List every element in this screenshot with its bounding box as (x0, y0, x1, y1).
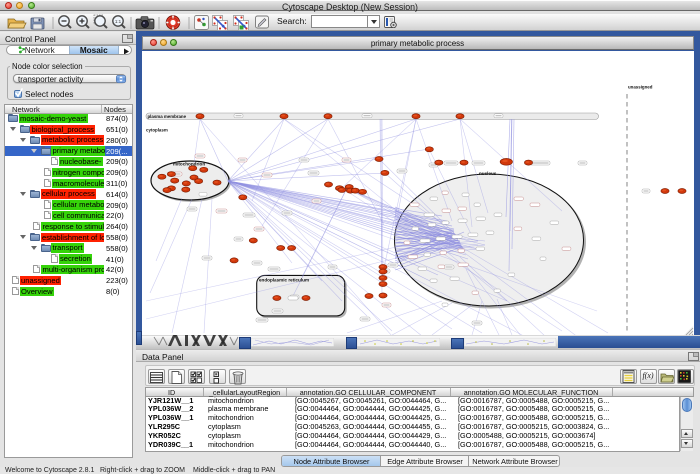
svg-text:mitochondrion: mitochondrion (173, 161, 205, 166)
svg-text:unassigned: unassigned (628, 84, 653, 89)
svg-text:1:1: 1:1 (115, 19, 122, 24)
svg-text:nucleus: nucleus (479, 171, 497, 176)
svg-text:endoplasmic reticulum: endoplasmic reticulum (259, 277, 309, 282)
svg-text:cytoplasm: cytoplasm (146, 127, 168, 132)
svg-text:plasma membrane: plasma membrane (148, 114, 187, 119)
